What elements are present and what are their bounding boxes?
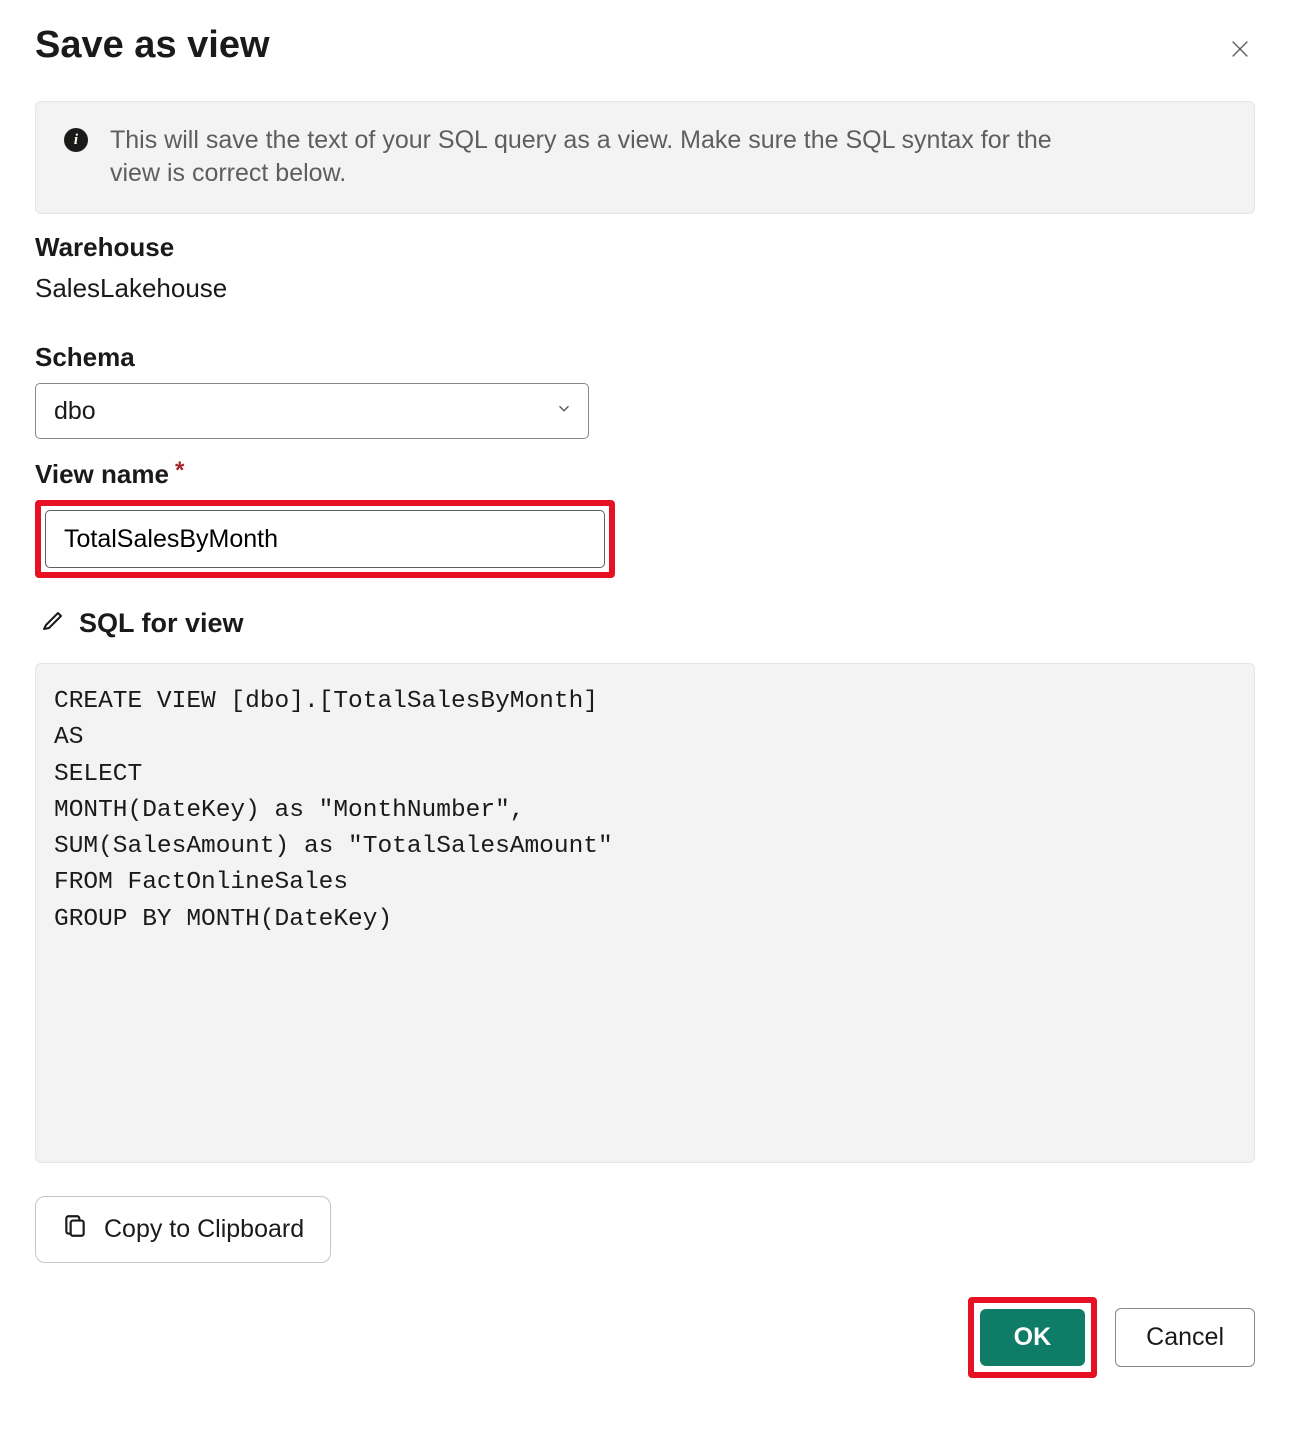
sql-section-label: SQL for view: [79, 608, 244, 639]
copy-row: Copy to Clipboard: [35, 1196, 1255, 1263]
schema-label: Schema: [35, 342, 1255, 373]
warehouse-label: Warehouse: [35, 232, 1255, 263]
schema-section: Schema dbo: [35, 342, 1255, 439]
schema-selected-value: dbo: [54, 397, 96, 426]
copy-to-clipboard-button[interactable]: Copy to Clipboard: [35, 1196, 331, 1263]
warehouse-value: SalesLakehouse: [35, 273, 1255, 304]
warehouse-section: Warehouse SalesLakehouse: [35, 232, 1255, 304]
close-icon: [1229, 48, 1251, 63]
viewname-section: View name *: [35, 459, 1255, 578]
schema-select[interactable]: dbo: [35, 383, 589, 439]
sql-textarea[interactable]: [35, 663, 1255, 1163]
ok-button[interactable]: OK: [980, 1309, 1086, 1366]
ok-highlight: OK: [968, 1297, 1098, 1378]
dialog-header: Save as view: [35, 24, 1255, 67]
viewname-label: View name: [35, 459, 169, 490]
copy-icon: [62, 1213, 88, 1246]
dialog-title: Save as view: [35, 24, 270, 67]
required-indicator: *: [175, 457, 184, 485]
copy-button-label: Copy to Clipboard: [104, 1215, 304, 1244]
info-banner-text: This will save the text of your SQL quer…: [110, 124, 1080, 189]
cancel-button[interactable]: Cancel: [1115, 1308, 1255, 1367]
sql-section-header: SQL for view: [41, 608, 1255, 639]
close-button[interactable]: [1225, 34, 1255, 67]
viewname-highlight: [35, 500, 615, 578]
info-banner: i This will save the text of your SQL qu…: [35, 101, 1255, 214]
info-icon: i: [64, 128, 88, 152]
edit-icon: [41, 609, 65, 638]
dialog-footer: OK Cancel: [35, 1297, 1255, 1378]
viewname-input[interactable]: [45, 510, 605, 568]
